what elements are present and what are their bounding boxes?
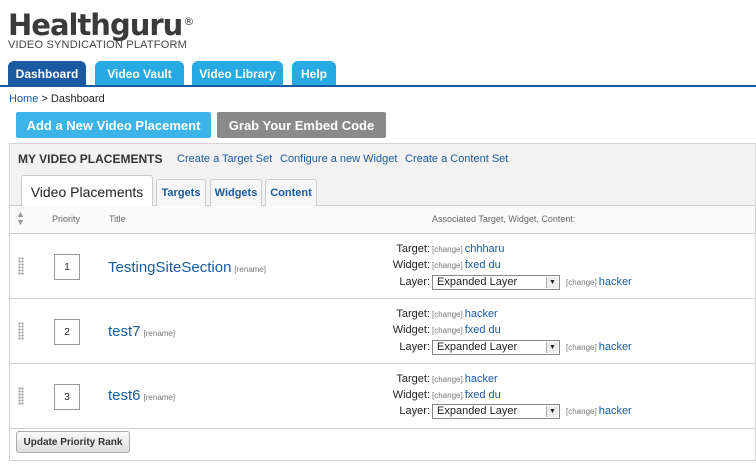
column-title: Title bbox=[109, 214, 126, 224]
change-target-link[interactable]: [change] bbox=[432, 310, 463, 319]
layer-select-value: Expanded Layer bbox=[437, 341, 518, 353]
layer-label: Layer: bbox=[399, 341, 430, 353]
layer-select-value: Expanded Layer bbox=[437, 405, 518, 417]
placement-title-link: TestingSiteSection [rename] bbox=[108, 259, 266, 276]
layer-line: Layer: Expanded Layer ▼ [change] hacker bbox=[390, 275, 650, 290]
content-setting: [change] hacker bbox=[564, 341, 632, 353]
layer-label: Layer: bbox=[399, 405, 430, 417]
widget-line: Widget: [change] fxed du bbox=[390, 389, 501, 403]
priority-input[interactable]: 1 bbox=[54, 254, 80, 280]
change-content-link[interactable]: [change] bbox=[566, 407, 597, 416]
layer-select[interactable]: Expanded Layer ▼ bbox=[432, 404, 560, 419]
widget-label: Widget: bbox=[392, 259, 430, 271]
target-value-link[interactable]: hacker bbox=[465, 373, 498, 385]
placement-title[interactable]: TestingSiteSection bbox=[108, 259, 231, 276]
content-value-link[interactable]: hacker bbox=[599, 341, 632, 353]
tab-help[interactable]: Help bbox=[292, 61, 336, 86]
widget-label: Widget: bbox=[392, 389, 430, 401]
drag-handle-icon[interactable] bbox=[18, 322, 24, 340]
tab-dashboard[interactable]: Dashboard bbox=[8, 61, 86, 86]
subtab-video-placements[interactable]: Video Placements bbox=[21, 175, 153, 207]
rename-link[interactable]: [rename] bbox=[144, 329, 176, 338]
update-priority-rank-button[interactable]: Update Priority Rank bbox=[16, 431, 130, 453]
tab-video-library[interactable]: Video Library bbox=[192, 61, 283, 86]
column-associated: Associated Target, Widget, Content: bbox=[432, 214, 576, 224]
widget-line: Widget: [change] fxed du bbox=[390, 324, 501, 338]
drag-handle-icon[interactable] bbox=[18, 387, 24, 405]
subtab-content[interactable]: Content bbox=[265, 179, 317, 206]
breadcrumb: Home > Dashboard bbox=[9, 93, 105, 105]
table-header: ▲ ▼ Priority Title Associated Target, Wid… bbox=[10, 206, 755, 234]
change-target-link[interactable]: [change] bbox=[432, 245, 463, 254]
layer-line: Layer: Expanded Layer ▼ [change] hacker bbox=[390, 340, 650, 355]
target-line: Target: [change] hacker bbox=[390, 308, 498, 322]
target-value-link[interactable]: chhharu bbox=[465, 243, 505, 255]
video-placements-panel: MY VIDEO PLACEMENTS Create a Target Set … bbox=[9, 143, 756, 461]
table-row: 3 test6 [rename] Target: [change] hacker Wi… bbox=[10, 365, 755, 429]
change-widget-link[interactable]: [change] bbox=[432, 261, 463, 270]
breadcrumb-home-link[interactable]: Home bbox=[9, 93, 38, 105]
target-label: Target: bbox=[396, 308, 430, 320]
subtab-targets[interactable]: Targets bbox=[156, 179, 206, 206]
configure-widget-link[interactable]: Configure a new Widget bbox=[280, 153, 397, 165]
target-label: Target: bbox=[396, 373, 430, 385]
target-line: Target: [change] chhharu bbox=[390, 243, 504, 257]
table-row: 1 TestingSiteSection [rename] Target: [cha… bbox=[10, 235, 755, 299]
create-content-set-link[interactable]: Create a Content Set bbox=[405, 153, 508, 165]
column-priority: Priority bbox=[52, 214, 81, 224]
content-value-link[interactable]: hacker bbox=[599, 276, 632, 288]
rename-link[interactable]: [rename] bbox=[144, 393, 176, 402]
target-line: Target: [change] hacker bbox=[390, 373, 498, 387]
nav-underline bbox=[0, 85, 756, 87]
layer-select-value: Expanded Layer bbox=[437, 276, 518, 288]
chevron-down-icon: ▼ bbox=[546, 277, 558, 288]
widget-value-link[interactable]: fxed du bbox=[465, 389, 501, 401]
add-video-placement-button[interactable]: Add a New Video Placement bbox=[16, 112, 211, 138]
table-row: 2 test7 [rename] Target: [change] hacker Wi… bbox=[10, 300, 755, 364]
content-value-link[interactable]: hacker bbox=[599, 405, 632, 417]
priority-input[interactable]: 3 bbox=[54, 384, 80, 410]
grab-embed-code-button[interactable]: Grab Your Embed Code bbox=[217, 112, 386, 138]
breadcrumb-current: Dashboard bbox=[50, 93, 105, 105]
content-setting: [change] hacker bbox=[564, 276, 632, 288]
placement-title[interactable]: test6 bbox=[108, 387, 141, 404]
breadcrumb-separator: > bbox=[38, 93, 51, 105]
layer-select[interactable]: Expanded Layer ▼ bbox=[432, 340, 560, 355]
logo-text: Healthguru® bbox=[8, 8, 194, 42]
placement-title-link: test7 [rename] bbox=[108, 323, 175, 340]
placement-title[interactable]: test7 bbox=[108, 323, 141, 340]
tab-video-vault[interactable]: Video Vault bbox=[95, 61, 184, 86]
widget-label: Widget: bbox=[392, 324, 430, 336]
layer-line: Layer: Expanded Layer ▼ [change] hacker bbox=[390, 404, 650, 419]
change-widget-link[interactable]: [change] bbox=[432, 391, 463, 400]
rename-link[interactable]: [rename] bbox=[234, 265, 266, 274]
widget-value-link[interactable]: fxed du bbox=[465, 324, 501, 336]
platform-subtitle: VIDEO SYNDICATION PLATFORM bbox=[8, 39, 187, 51]
widget-value-link[interactable]: fxed du bbox=[465, 259, 501, 271]
change-content-link[interactable]: [change] bbox=[566, 343, 597, 352]
change-widget-link[interactable]: [change] bbox=[432, 326, 463, 335]
widget-line: Widget: [change] fxed du bbox=[390, 259, 501, 273]
chevron-down-icon: ▼ bbox=[546, 342, 558, 353]
content-setting: [change] hacker bbox=[564, 405, 632, 417]
sort-arrows-icon[interactable]: ▲ ▼ bbox=[16, 210, 25, 227]
chevron-down-icon: ▼ bbox=[546, 406, 558, 417]
target-value-link[interactable]: hacker bbox=[465, 308, 498, 320]
priority-input[interactable]: 2 bbox=[54, 319, 80, 345]
layer-label: Layer: bbox=[399, 276, 430, 288]
target-label: Target: bbox=[396, 243, 430, 255]
subtab-widgets[interactable]: Widgets bbox=[210, 179, 262, 206]
layer-select[interactable]: Expanded Layer ▼ bbox=[432, 275, 560, 290]
placement-title-link: test6 [rename] bbox=[108, 387, 175, 404]
panel-title: MY VIDEO PLACEMENTS bbox=[18, 152, 163, 166]
change-content-link[interactable]: [change] bbox=[566, 278, 597, 287]
panel-header: MY VIDEO PLACEMENTS Create a Target Set … bbox=[10, 144, 755, 207]
create-target-set-link[interactable]: Create a Target Set bbox=[177, 153, 272, 165]
change-target-link[interactable]: [change] bbox=[432, 375, 463, 384]
drag-handle-icon[interactable] bbox=[18, 257, 24, 275]
healthguru-logo: Healthguru® bbox=[8, 4, 194, 42]
